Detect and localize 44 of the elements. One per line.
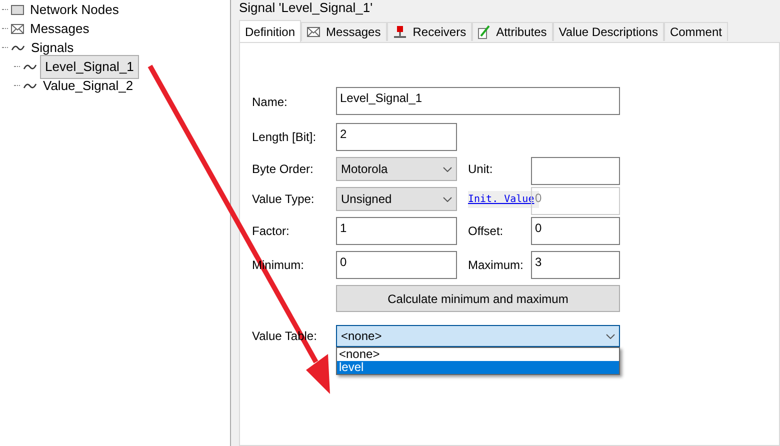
caret-icon bbox=[443, 196, 452, 202]
value-type-dropdown[interactable]: Unsigned bbox=[336, 187, 457, 211]
tab[interactable]: Definition bbox=[239, 20, 302, 42]
dropdown-option[interactable]: <none> bbox=[337, 348, 619, 361]
tree-item[interactable]: Signals bbox=[28, 39, 77, 56]
pencil-icon bbox=[478, 25, 490, 39]
wave-icon bbox=[23, 62, 37, 70]
tab[interactable]: Messages bbox=[301, 22, 387, 41]
pin-icon bbox=[392, 26, 407, 38]
tree-item[interactable]: Network Nodes bbox=[27, 1, 122, 18]
tab[interactable]: Receivers bbox=[386, 22, 472, 41]
unit-field[interactable] bbox=[531, 157, 620, 185]
field-label: Name: bbox=[252, 95, 288, 109]
envelope-icon bbox=[307, 27, 320, 37]
maximum-field[interactable]: 3 bbox=[531, 251, 620, 279]
field-label: Length [Bit]: bbox=[252, 130, 316, 144]
field-label: Unit: bbox=[468, 162, 493, 176]
tab[interactable]: Attributes bbox=[472, 22, 553, 41]
field-label: Factor: bbox=[252, 224, 290, 238]
nodes-icon bbox=[11, 4, 24, 14]
value-table-dropdown[interactable]: <none> bbox=[336, 325, 620, 347]
dropdown-option[interactable]: level bbox=[337, 361, 619, 374]
dialog-title: Signal 'Level_Signal_1' bbox=[239, 0, 374, 17]
byte-order-dropdown[interactable]: Motorola bbox=[336, 157, 457, 181]
caret-icon bbox=[443, 166, 452, 172]
wave-icon bbox=[11, 44, 25, 52]
caret-icon bbox=[606, 334, 615, 338]
tab[interactable]: Value Descriptions bbox=[552, 22, 664, 41]
tab[interactable]: Comment bbox=[664, 22, 728, 41]
envelope-icon bbox=[11, 24, 24, 34]
tree-item[interactable]: Value_Signal_2 bbox=[40, 77, 136, 94]
offset-field[interactable]: 0 bbox=[531, 217, 620, 245]
field-label: Value Type: bbox=[252, 192, 314, 206]
field-label: Byte Order: bbox=[252, 162, 314, 176]
tree-item[interactable]: Messages bbox=[27, 20, 92, 37]
minimum-field[interactable]: 0 bbox=[336, 251, 457, 279]
field-label: Maximum: bbox=[468, 258, 524, 272]
wave-icon bbox=[23, 82, 37, 90]
field-label: Offset: bbox=[468, 224, 504, 238]
name-field[interactable]: Level_Signal_1 bbox=[336, 87, 620, 115]
calculate-button[interactable]: Calculate minimum and maximum bbox=[336, 285, 620, 312]
tree-item[interactable]: Level_Signal_1 bbox=[40, 54, 139, 78]
factor-field[interactable]: 1 bbox=[336, 217, 457, 245]
length-field[interactable]: 2 bbox=[336, 123, 457, 151]
